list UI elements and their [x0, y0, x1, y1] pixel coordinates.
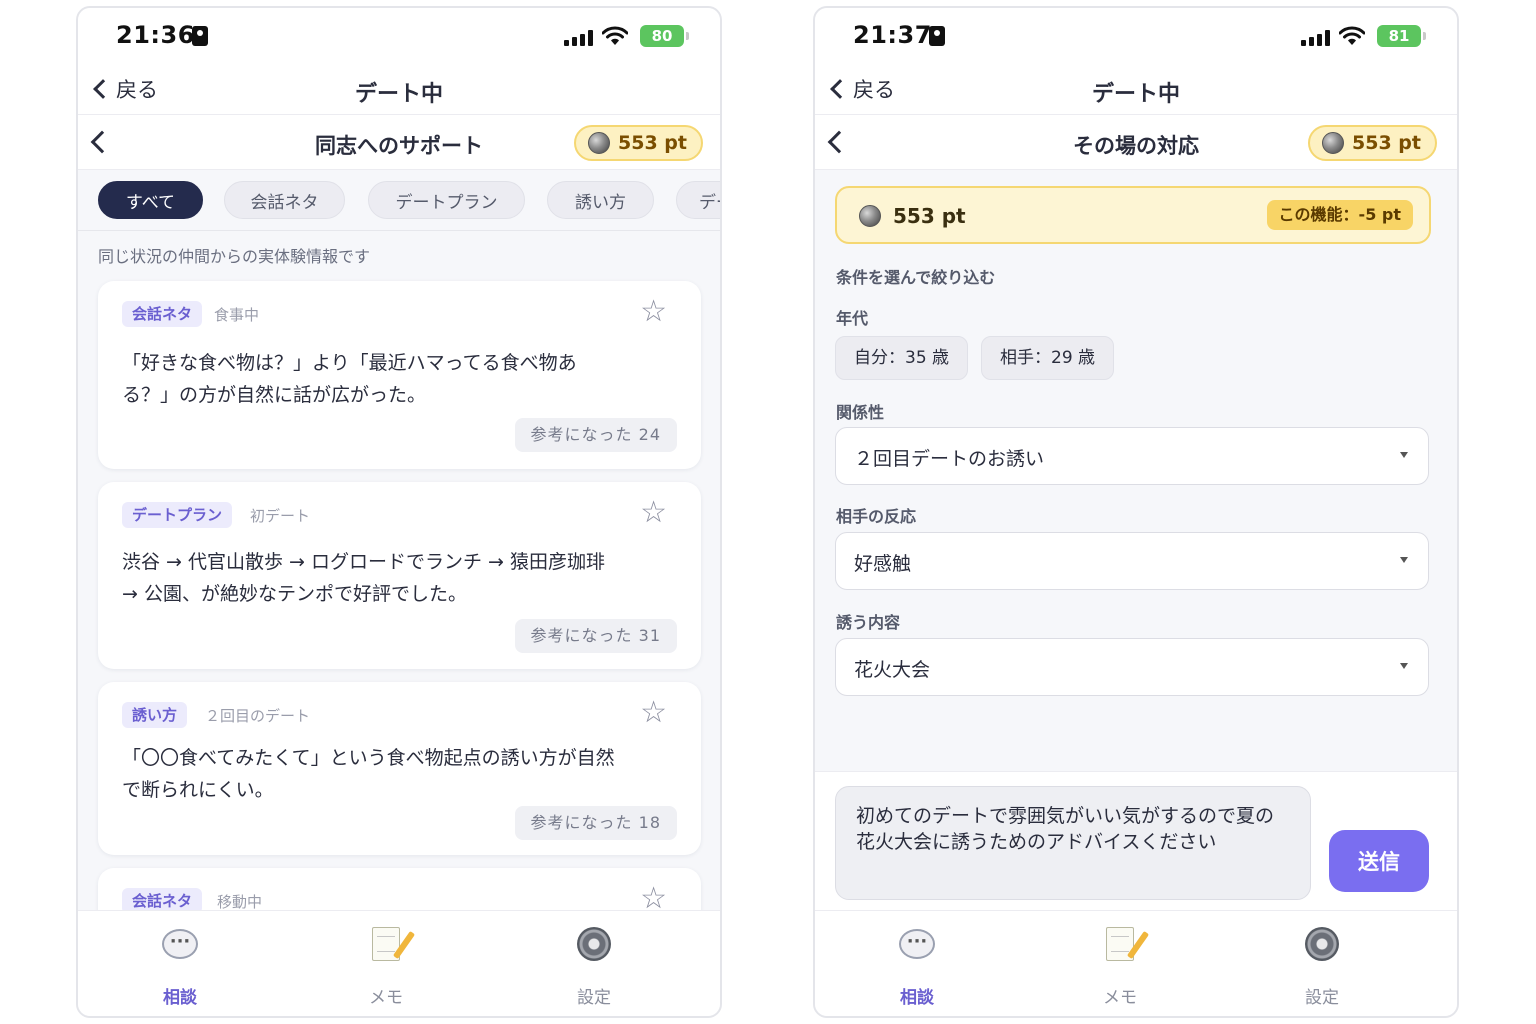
chip-all[interactable]: すべて — [98, 181, 203, 219]
points-value: 553 pt — [1352, 132, 1421, 154]
memo-icon — [372, 927, 400, 961]
status-time: 21:37 — [853, 21, 932, 49]
star-icon[interactable]: ☆ — [640, 297, 667, 327]
tab-consult[interactable]: 相談 — [867, 921, 967, 1011]
category-tag: デートプラン — [122, 502, 233, 528]
sub-header: 同志へのサポート 553 pt — [78, 114, 720, 170]
points-badge[interactable]: 553 pt — [1308, 125, 1437, 161]
age-label: 年代 — [836, 309, 869, 328]
list-item[interactable]: 会話ネタ 食事中 ☆ 「好きな食べ物は？」より「最近ハマってる食べ物ある？」の方… — [98, 281, 701, 469]
invite-value: 花火大会 — [854, 659, 931, 681]
wifi-icon — [1339, 26, 1365, 45]
coin-icon — [1322, 132, 1345, 154]
id-card-icon — [192, 26, 208, 46]
tab-bar: 相談 メモ 設定 — [78, 910, 720, 1016]
helpful-button[interactable]: 参考になった 18 — [514, 806, 677, 840]
tab-label: メモ — [1103, 988, 1137, 1008]
card-text: 「好きな食べ物は？」より「最近ハマってる食べ物ある？」の方が自然に話が広がった。 — [122, 352, 577, 406]
nav-title: デート中 — [354, 82, 443, 107]
battery-indicator: 80 — [640, 25, 689, 47]
situation-label: 移動中 — [217, 893, 263, 911]
situation-label: ２回目のデート — [205, 707, 311, 725]
gear-icon — [1305, 927, 1339, 961]
tab-memo[interactable]: メモ — [1070, 921, 1170, 1011]
chip-date-plan[interactable]: デートプラン — [368, 181, 525, 219]
card-text: 「〇〇食べてみたくて」という食べ物起点の誘い方が自然で断られにくい。 — [122, 747, 615, 801]
category-chips: すべて 会話ネタ デートプラン 誘い方 デー — [78, 171, 720, 231]
reaction-value: 好感触 — [854, 553, 912, 575]
tab-label: 設定 — [1305, 988, 1339, 1008]
tab-consult[interactable]: 相談 — [130, 921, 230, 1011]
tab-label: 相談 — [163, 988, 197, 1008]
situation-label: 初デート — [250, 507, 311, 525]
balance-value: 553 pt — [893, 204, 966, 228]
sub-header: その場の対応 553 pt — [815, 114, 1457, 170]
star-icon[interactable]: ☆ — [640, 498, 667, 528]
phone-screen-support: 21:36 80 戻る デート中 同志へのサポート 553 pt すべて 会話ネ… — [76, 6, 722, 1018]
tab-bar: 相談 メモ 設定 — [815, 910, 1457, 1016]
chip-invitation[interactable]: 誘い方 — [547, 181, 654, 219]
dropdown-arrow-icon — [1400, 557, 1408, 563]
category-tag: 誘い方 — [122, 702, 188, 728]
phone-screen-onsite: 21:37 81 戻る デート中 その場の対応 553 pt 553 pt この… — [813, 6, 1459, 1018]
message-input[interactable]: 初めてのデートで雰囲気がいい気がするので夏の花火大会に誘うためのアドバイスくださ… — [835, 786, 1311, 900]
points-balance-card: 553 pt この機能：-5 pt — [835, 186, 1431, 244]
tab-label: メモ — [369, 988, 403, 1008]
battery-indicator: 81 — [1377, 25, 1426, 47]
points-badge[interactable]: 553 pt — [574, 125, 703, 161]
tab-settings[interactable]: 設定 — [1272, 921, 1372, 1011]
nav-bar: 戻る デート中 — [78, 64, 720, 114]
situation-label: 食事中 — [214, 306, 260, 324]
relation-select[interactable]: ２回目デートのお誘い — [835, 427, 1429, 485]
send-button[interactable]: 送信 — [1329, 830, 1429, 892]
reaction-select[interactable]: 好感触 — [835, 532, 1429, 590]
relation-label: 関係性 — [836, 403, 885, 422]
list-item[interactable]: デートプラン 初デート ☆ 渋谷 → 代官山散歩 → ログロードでランチ → 猿… — [98, 482, 701, 669]
chat-bubble-icon — [899, 929, 935, 959]
reaction-label: 相手の反応 — [836, 507, 917, 526]
dropdown-arrow-icon — [1400, 452, 1408, 458]
star-icon[interactable]: ☆ — [640, 698, 667, 728]
tab-label: 相談 — [900, 988, 934, 1008]
signal-icon — [1301, 30, 1331, 46]
cost-badge: この機能：-5 pt — [1266, 200, 1413, 230]
nav-title: デート中 — [1091, 82, 1180, 107]
partner-age-chip[interactable]: 相手：29 歳 — [981, 336, 1115, 380]
message-composer: 初めてのデートで雰囲気がいい気がするので夏の花火大会に誘うためのアドバイスくださ… — [815, 771, 1457, 913]
filter-heading: 条件を選んで絞り込む — [836, 268, 996, 287]
wifi-icon — [602, 26, 628, 45]
chat-bubble-icon — [162, 929, 198, 959]
tab-settings[interactable]: 設定 — [544, 921, 644, 1011]
chip-conversation[interactable]: 会話ネタ — [224, 181, 345, 219]
helpful-button[interactable]: 参考になった 24 — [514, 418, 677, 452]
id-card-icon — [929, 26, 945, 46]
self-age-chip[interactable]: 自分：35 歳 — [835, 336, 969, 380]
card-text: 渋谷 → 代官山散歩 → ログロードでランチ → 猿田彦珈琲 → 公園、が絶妙な… — [122, 551, 605, 605]
invite-select[interactable]: 花火大会 — [835, 638, 1429, 696]
chip-more[interactable]: デー — [676, 181, 720, 219]
signal-icon — [564, 30, 594, 46]
nav-bar: 戻る デート中 — [815, 64, 1457, 114]
relation-value: ２回目デートのお誘い — [854, 448, 1045, 470]
gear-icon — [577, 927, 611, 961]
dropdown-arrow-icon — [1400, 663, 1408, 669]
helpful-button[interactable]: 参考になった 31 — [514, 619, 677, 653]
invite-label: 誘う内容 — [836, 613, 901, 632]
status-bar: 21:36 80 — [78, 8, 720, 64]
memo-icon — [1106, 927, 1134, 961]
tab-label: 設定 — [577, 988, 611, 1008]
coin-icon — [859, 205, 881, 227]
status-bar: 21:37 81 — [815, 8, 1457, 64]
category-tag: 会話ネタ — [122, 301, 203, 327]
tab-memo[interactable]: メモ — [336, 921, 436, 1011]
intro-text: 同じ状況の仲間からの実体験情報です — [98, 247, 371, 266]
status-time: 21:36 — [116, 21, 195, 49]
list-item[interactable]: 誘い方 ２回目のデート ☆ 「〇〇食べてみたくて」という食べ物起点の誘い方が自然… — [98, 682, 701, 855]
points-value: 553 pt — [618, 132, 687, 154]
coin-icon — [588, 132, 611, 154]
